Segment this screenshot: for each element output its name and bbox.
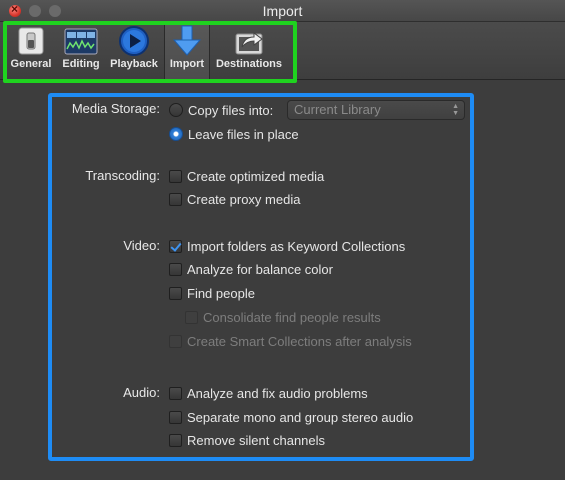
window-title: Import xyxy=(262,3,303,19)
toolbar-highlight-box xyxy=(3,21,297,83)
title-bar: Import xyxy=(0,0,565,22)
settings-highlight-box xyxy=(48,93,474,461)
